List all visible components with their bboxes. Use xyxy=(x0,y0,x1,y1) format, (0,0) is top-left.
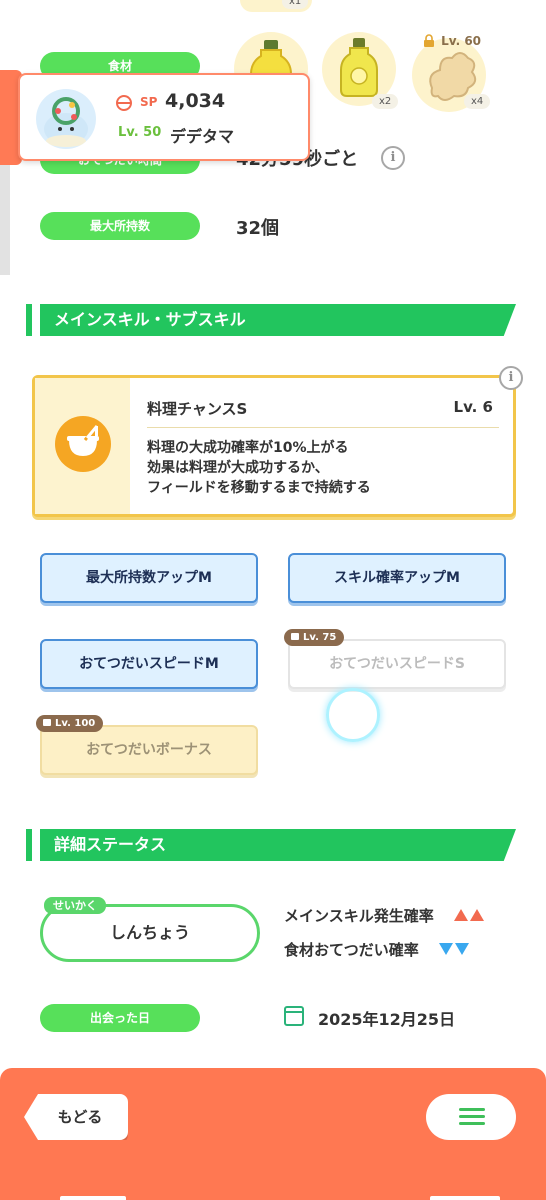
sub-skill-1[interactable]: 最大所持数アップM xyxy=(40,553,258,603)
main-skill-icon-area xyxy=(35,378,130,514)
max-carry-value: 32個 xyxy=(236,218,280,239)
ingredient-oil-count: x2 xyxy=(372,94,399,109)
met-date-value: 2025年12月25日 xyxy=(318,1010,456,1029)
pot-icon xyxy=(67,425,99,456)
up-effect-label: メインスキル発生確率 xyxy=(284,907,434,925)
menu-icon xyxy=(459,1108,485,1111)
main-skill-desc-line2: 効果は料理が大成功するか、 xyxy=(147,460,329,476)
calendar-icon xyxy=(284,1006,304,1026)
up-arrow-icon xyxy=(453,909,468,921)
sub-skill-2[interactable]: スキル確率アップM xyxy=(288,553,506,603)
lock-icon xyxy=(424,33,434,47)
sub-skill-5-lock-badge: Lv. 100 xyxy=(36,715,104,732)
down-effect-label: 食材おてつだい確率 xyxy=(284,941,419,959)
skills-section-header: メインスキル・サブスキル xyxy=(26,304,516,336)
pokemon-icon xyxy=(44,97,88,147)
bottom-peek-item xyxy=(60,1196,126,1200)
main-skill-description: 料理の大成功確率が10%上がる 効果は料理が大成功するか、 フィールドを移動する… xyxy=(147,438,371,498)
main-skill-desc-line1: 料理の大成功確率が10%上がる xyxy=(147,440,349,456)
pokemon-level: Lv. 50 xyxy=(118,125,162,140)
ingredient-ginger-count: x4 xyxy=(464,94,491,109)
nature-down-effect: 食材おてつだい確率 xyxy=(284,939,469,960)
section-notch xyxy=(32,304,40,336)
details-section-header: 詳細ステータス xyxy=(26,829,516,861)
back-button[interactable]: もどる xyxy=(24,1094,128,1140)
nature-tag: せいかく xyxy=(44,897,106,914)
ginger-lock: Lv. 60 xyxy=(422,30,481,49)
menu-icon xyxy=(459,1115,485,1118)
down-arrow-icon xyxy=(438,943,453,955)
sp-icon xyxy=(116,95,132,111)
sp-label: SP xyxy=(140,95,158,109)
up-arrow-icon xyxy=(469,909,484,921)
sub-skill-5-lock-level: Lv. 100 xyxy=(55,718,96,729)
help-interval-info-icon[interactable]: i xyxy=(381,146,405,170)
max-carry-label: 最大所持数 xyxy=(40,212,200,240)
sub-skill-3[interactable]: おてつだいスピードM xyxy=(40,639,258,689)
pokemon-name: デデタマ xyxy=(170,127,235,146)
bottom-peek-item xyxy=(430,1196,500,1200)
sub-skill-5-locked[interactable]: おてつだいボーナス xyxy=(40,725,258,775)
menu-icon xyxy=(459,1122,485,1125)
pokemon-popup-card[interactable]: SP 4,034 Lv. 50 デデタマ xyxy=(18,73,310,161)
pokemon-avatar xyxy=(36,89,96,149)
sub-skill-4-locked[interactable]: おてつだいスピードS xyxy=(288,639,506,689)
lock-icon xyxy=(291,633,299,640)
down-arrow-icon xyxy=(454,943,469,955)
cooking-chance-icon xyxy=(55,416,111,472)
met-date-label: 出会った日 xyxy=(40,1004,200,1032)
sp-value: 4,034 xyxy=(165,90,226,112)
main-skill-desc-line3: フィールドを移動するまで持続する xyxy=(147,480,371,496)
sub-skill-4-lock-level: Lv. 75 xyxy=(303,632,337,643)
scroll-indicator[interactable] xyxy=(0,165,10,275)
section-notch xyxy=(32,829,40,861)
sub-skill-4-lock-badge: Lv. 75 xyxy=(284,629,345,646)
lock-icon xyxy=(43,719,51,726)
main-skill-card[interactable]: 料理チャンスS Lv. 6 料理の大成功確率が10%上がる 効果は料理が大成功す… xyxy=(32,375,516,517)
main-skill-name: 料理チャンスS xyxy=(147,400,248,418)
ginger-lock-level: Lv. 60 xyxy=(441,34,482,48)
main-skill-level: Lv. 6 xyxy=(453,398,493,416)
main-skill-info-icon[interactable]: i xyxy=(499,366,523,390)
nature-up-effect: メインスキル発生確率 xyxy=(284,905,484,926)
main-skill-divider xyxy=(147,427,499,428)
touch-indicator xyxy=(326,688,380,742)
ingredient-peek-count: x1 xyxy=(282,0,309,9)
menu-button[interactable] xyxy=(426,1094,516,1140)
